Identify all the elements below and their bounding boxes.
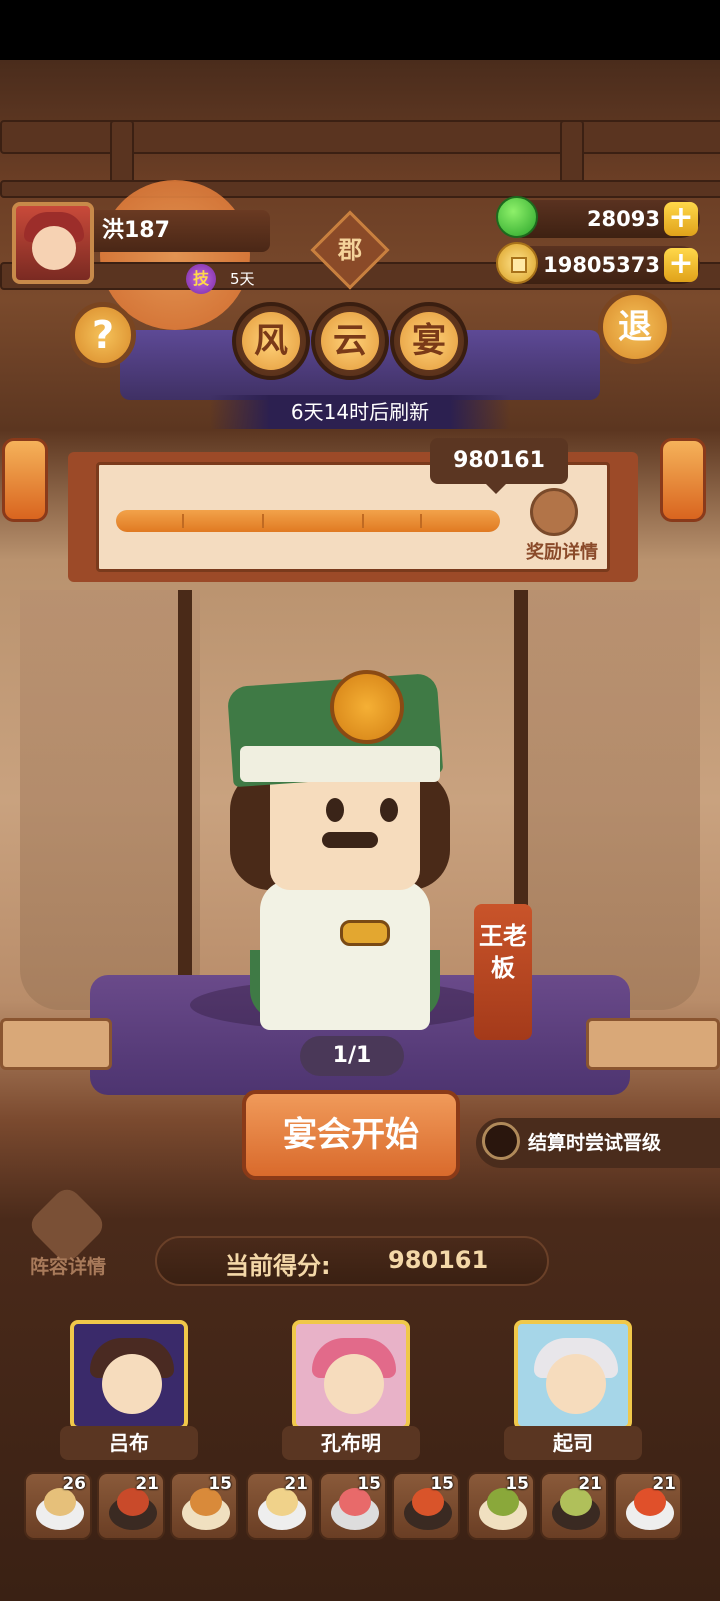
dish-slot[interactable]: 21 [97, 1472, 165, 1540]
auto-upgrade-label: 结算时尝试晋级 [528, 1132, 662, 1154]
boss-character[interactable] [190, 650, 490, 1030]
character-mustache [322, 832, 378, 848]
dish-count: 15 [430, 1474, 454, 1494]
score-progress-fill [116, 510, 500, 532]
dish-count: 15 [505, 1474, 529, 1494]
hero-card[interactable]: 吕布 [60, 1320, 198, 1460]
pillar [178, 590, 192, 990]
hero-name: 起司 [504, 1426, 642, 1460]
current-score-label: 当前得分: [225, 1252, 331, 1280]
current-score-panel [155, 1236, 549, 1286]
dish-slot[interactable]: 21 [246, 1472, 314, 1540]
banquet-screen: 洪187 技 5天 郡 28093 + 19805373 + ? 退 风 云 宴… [0, 0, 720, 1601]
progress-tick [262, 514, 264, 528]
status-bar [0, 0, 720, 60]
dish-slot[interactable]: 26 [24, 1472, 92, 1540]
hero-portrait [70, 1320, 188, 1430]
title-char: 风 [242, 312, 300, 370]
dish-count: 21 [578, 1474, 602, 1494]
progress-tick [182, 514, 184, 528]
score-bubble: 980161 [430, 438, 568, 494]
character-hatband [240, 746, 440, 782]
hero-card[interactable]: 孔布明 [282, 1320, 420, 1460]
dish-count: 21 [652, 1474, 676, 1494]
avatar-face [32, 226, 76, 270]
title-disc: 宴 [390, 302, 468, 380]
skill-badge-icon[interactable]: 技 [186, 264, 216, 294]
curtain-left [20, 590, 200, 1010]
reward-details-button[interactable]: 奖励详情 [512, 538, 612, 564]
roof-beam [110, 120, 134, 184]
character-eye [380, 798, 398, 822]
hero-face [324, 1354, 384, 1414]
dish-slot[interactable]: 21 [540, 1472, 608, 1540]
bench-right [586, 1018, 720, 1070]
county-label: 郡 [338, 236, 362, 264]
roof-beam [0, 120, 720, 154]
dish-slot[interactable]: 21 [614, 1472, 682, 1540]
dish-slot[interactable]: 15 [170, 1472, 238, 1540]
title-char: 宴 [400, 312, 458, 370]
auto-upgrade-checkbox[interactable] [482, 1122, 520, 1160]
character-belt [340, 920, 390, 946]
player-name: 洪187 [94, 210, 270, 252]
dish-count: 15 [357, 1474, 381, 1494]
hero-card[interactable]: 起司 [504, 1320, 642, 1460]
hero-face [102, 1354, 162, 1414]
coin-amount: 19805373 [543, 253, 660, 277]
reward-chest-icon[interactable] [530, 488, 578, 536]
exit-button[interactable]: 退 [598, 290, 672, 364]
character-body [260, 880, 430, 1030]
dish-count: 26 [62, 1474, 86, 1494]
add-coins-button[interactable]: + [664, 248, 698, 282]
start-banquet-button[interactable]: 宴会开始 [242, 1090, 460, 1180]
lantern-decoration [2, 438, 48, 522]
jade-icon [496, 196, 538, 238]
coin-icon [496, 242, 538, 284]
roof-beam [0, 180, 720, 198]
hero-portrait [292, 1320, 410, 1430]
skill-days: 5天 [230, 270, 255, 288]
title-char: 云 [321, 312, 379, 370]
player-avatar[interactable] [12, 202, 94, 284]
dish-count: 15 [208, 1474, 232, 1494]
lantern-decoration [660, 438, 706, 522]
jade-currency: 28093 + [496, 196, 700, 238]
title-disc: 云 [311, 302, 389, 380]
title-disc: 风 [232, 302, 310, 380]
dish-slot[interactable]: 15 [392, 1472, 460, 1540]
refresh-countdown: 6天14时后刷新 [210, 395, 510, 429]
current-score-value: 980161 [388, 1246, 489, 1274]
hero-name: 吕布 [60, 1426, 198, 1460]
score-progress-bar [116, 510, 500, 532]
jade-amount: 28093 [586, 207, 660, 231]
hero-face [546, 1354, 606, 1414]
bench-left [0, 1018, 112, 1070]
add-jade-button[interactable]: + [664, 202, 698, 236]
roof-beam [560, 120, 584, 184]
coin-currency: 19805373 + [496, 242, 700, 284]
progress-tick [420, 514, 422, 528]
progress-tick [362, 514, 364, 528]
help-button[interactable]: ? [70, 302, 136, 368]
hat-coin-icon [330, 670, 404, 744]
dish-slot[interactable]: 15 [319, 1472, 387, 1540]
boss-name: 王老板 [479, 922, 527, 982]
dish-slot[interactable]: 15 [467, 1472, 535, 1540]
lineup-details-button[interactable]: 阵容详情 [18, 1252, 118, 1279]
page-indicator: 1/1 [300, 1036, 404, 1076]
hero-name: 孔布明 [282, 1426, 420, 1460]
dish-count: 21 [284, 1474, 308, 1494]
character-eye [326, 798, 344, 822]
curtain-right [520, 590, 700, 1010]
dish-count: 21 [135, 1474, 159, 1494]
hero-portrait [514, 1320, 632, 1430]
